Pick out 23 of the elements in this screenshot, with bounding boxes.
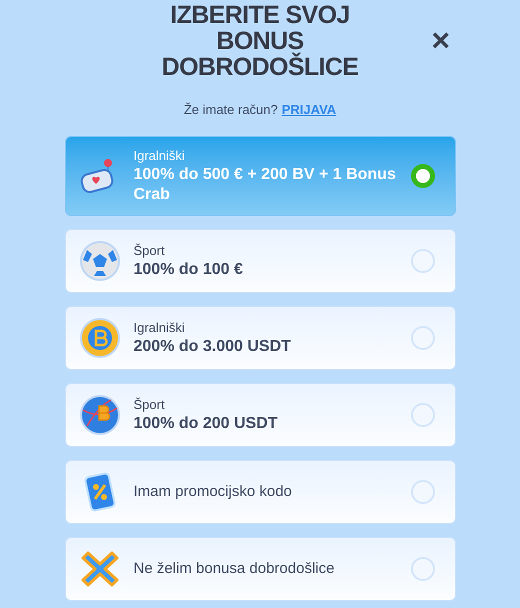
bonus-title: 100% do 200 USDT [134,414,279,434]
bonus-title: Imam promocijsko kodo [134,482,293,502]
bitcoin-coin-icon [78,316,120,358]
cross-icon [80,548,120,588]
close-button[interactable]: × [431,24,450,56]
bonus-option-card[interactable]: Šport 100% do 100 € [64,228,456,292]
bonus-option-card[interactable]: Igralniški 200% do 3.000 USDT [64,306,456,370]
modal-title: IZBERITE SVOJ BONUS DOBRODOŠLICE [160,2,360,80]
bonus-category: Šport [134,396,166,414]
bonus-option-card[interactable]: Ne želim bonusa dobrodošlice [64,536,456,600]
bonus-title: 100% do 500 € + 200 BV + 1 Bonus Crab [134,164,397,204]
login-prompt: Že imate račun? [184,101,278,119]
bonus-title: Ne želim bonusa dobrodošlice [134,558,336,578]
bonus-title: 100% do 100 € [134,260,244,280]
bonus-category: Igralniški [134,146,186,164]
bonus-option-card[interactable]: Šport 100% do 200 USDT [64,382,456,446]
bonus-category: Šport [134,242,166,260]
bonus-option-card[interactable]: Imam promocijsko kodo [64,460,456,524]
soccer-ball-icon [78,240,120,282]
bitcoin-ball-icon [78,394,120,436]
bonus-title: 200% do 3.000 USDT [134,336,292,356]
bonus-category: Igralniški [134,318,186,336]
radio-button[interactable] [410,164,434,188]
